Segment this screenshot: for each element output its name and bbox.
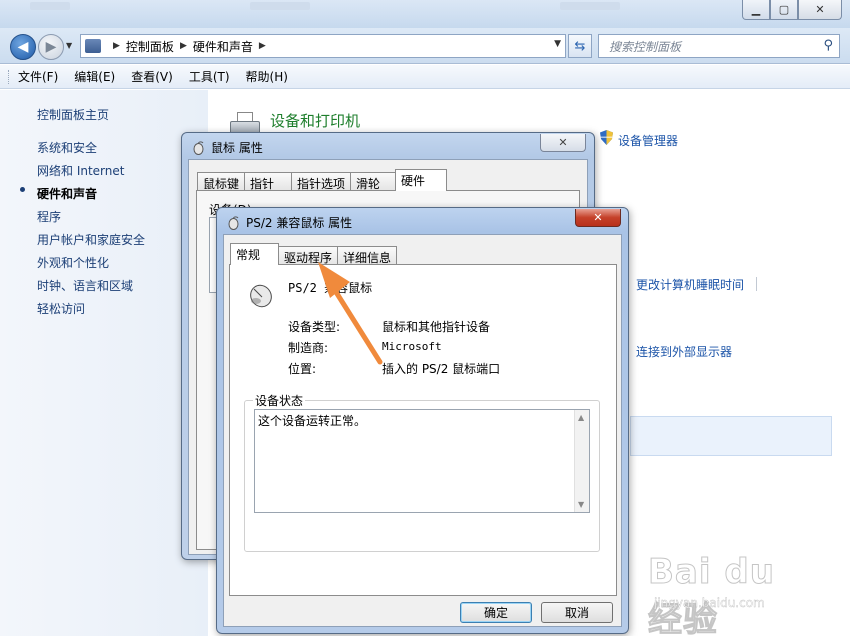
sidebar-item-network[interactable]: 网络和 Internet xyxy=(37,162,124,179)
history-dropdown-icon[interactable]: ▼ xyxy=(66,41,72,50)
search-input[interactable]: 搜索控制面板 ⚲ xyxy=(598,34,840,58)
close-button[interactable]: ✕ xyxy=(798,0,842,20)
scroll-down-icon[interactable]: ▼ xyxy=(578,500,584,509)
ok-button[interactable]: 确定 xyxy=(460,602,532,623)
sleep-time-link[interactable]: 更改计算机睡眠时间 xyxy=(636,276,744,293)
titlebar-ghost xyxy=(560,2,620,10)
sidebar-item-appearance[interactable]: 外观和个性化 xyxy=(37,254,109,271)
address-dropdown-icon[interactable]: ▼ xyxy=(554,39,561,49)
back-button[interactable]: ◀ xyxy=(10,34,36,60)
external-display-link[interactable]: 连接到外部显示器 xyxy=(636,343,732,360)
menu-tools[interactable]: 工具(T) xyxy=(189,68,230,85)
menu-grip xyxy=(8,69,10,84)
close-icon: ✕ xyxy=(558,136,568,149)
window-controls: ▁ ▢ ✕ xyxy=(742,0,842,20)
breadcrumb-control-panel[interactable]: 控制面板 xyxy=(126,38,174,55)
device-type-value: 鼠标和其他指针设备 xyxy=(382,320,491,334)
search-icon[interactable]: ⚲ xyxy=(823,38,833,53)
tab-pointers[interactable]: 指针 xyxy=(244,172,293,191)
sidebar-item-system-security[interactable]: 系统和安全 xyxy=(37,139,97,156)
active-bullet-icon xyxy=(20,187,25,192)
watermark-url: jingyan.baidu.com xyxy=(654,596,765,610)
window-titlebar: ▁ ▢ ✕ xyxy=(0,0,850,28)
search-placeholder: 搜索控制面板 xyxy=(609,39,682,54)
close-icon: ✕ xyxy=(815,3,825,16)
devices-printers-title[interactable]: 设备和打印机 xyxy=(270,110,360,131)
menu-edit[interactable]: 编辑(E) xyxy=(74,68,115,85)
ps2-dialog-title-text: PS/2 兼容鼠标 属性 xyxy=(246,216,353,230)
watermark-logo: Bai du 经验 xyxy=(648,552,775,636)
baidu-watermark: Bai du 经验 jingyan.baidu.com xyxy=(648,552,818,636)
titlebar-ghost xyxy=(30,2,70,10)
menu-file[interactable]: 文件(F) xyxy=(18,68,58,85)
mouse-dialog-title-text: 鼠标 属性 xyxy=(211,141,263,155)
minimize-icon: ▁ xyxy=(751,3,761,16)
back-arrow-icon: ◀ xyxy=(17,39,29,55)
tab-details[interactable]: 详细信息 xyxy=(337,246,398,265)
tab-hardware[interactable]: 硬件 xyxy=(395,169,448,191)
device-name: PS/2 兼容鼠标 xyxy=(288,281,373,295)
location-value: 插入的 PS/2 鼠标端口 xyxy=(382,362,501,376)
address-bar[interactable]: ▶ 控制面板 ▶ 硬件和声音 ▶ ▼ xyxy=(80,34,566,58)
device-status-label: 设备状态 xyxy=(253,392,306,409)
close-icon: ✕ xyxy=(593,211,603,224)
refresh-icon: ⇆ xyxy=(574,38,586,54)
sidebar-item-hardware-sound[interactable]: 硬件和声音 xyxy=(37,185,97,202)
refresh-button[interactable]: ⇆ xyxy=(568,34,592,58)
maximize-icon: ▢ xyxy=(778,3,790,16)
mouse-dialog-title: 鼠标 属性 xyxy=(192,139,263,156)
device-manager-link[interactable]: 设备管理器 xyxy=(618,132,678,149)
control-panel-icon xyxy=(85,39,101,53)
tab-buttons[interactable]: 鼠标键 xyxy=(197,172,246,191)
navigation-bar: ◀ ▶ ▼ ▶ 控制面板 ▶ 硬件和声音 ▶ ▼ ⇆ 搜索控制面板 ⚲ xyxy=(0,28,850,64)
mouse-dialog-tabs: 鼠标键 指针 指针选项 滑轮 硬件 xyxy=(197,169,448,191)
forward-arrow-icon: ▶ xyxy=(45,39,57,55)
mouse-icon xyxy=(193,140,204,155)
status-scrollbar[interactable]: ▲ ▼ xyxy=(574,410,589,512)
sidebar: 控制面板主页 系统和安全 网络和 Internet 硬件和声音 程序 用户帐户和… xyxy=(0,90,208,636)
breadcrumb-hardware-sound[interactable]: 硬件和声音 xyxy=(193,38,253,55)
scroll-up-icon[interactable]: ▲ xyxy=(578,413,584,422)
location-label: 位置: xyxy=(288,362,317,376)
sidebar-item-programs[interactable]: 程序 xyxy=(37,208,61,225)
tab-general[interactable]: 常规 xyxy=(230,243,279,265)
menu-bar: 文件(F) 编辑(E) 查看(V) 工具(T) 帮助(H) xyxy=(0,65,850,89)
device-status-text: 这个设备运转正常。 xyxy=(258,414,367,428)
tab-driver[interactable]: 驱动程序 xyxy=(278,246,339,265)
mouse-dialog-close-button[interactable]: ✕ xyxy=(540,134,586,152)
titlebar-ghost xyxy=(250,2,310,10)
manufacturer-value: Microsoft xyxy=(382,340,442,353)
device-mouse-icon xyxy=(250,284,272,308)
forward-button[interactable]: ▶ xyxy=(38,34,64,60)
minimize-button[interactable]: ▁ xyxy=(742,0,770,20)
cancel-button[interactable]: 取消 xyxy=(541,602,613,623)
ps2-dialog-tabs: 常规 驱动程序 详细信息 xyxy=(230,243,398,265)
breadcrumb-chevron-icon[interactable]: ▶ xyxy=(180,41,187,51)
tab-wheel[interactable]: 滑轮 xyxy=(350,172,397,191)
sidebar-item-user-accounts[interactable]: 用户帐户和家庭安全 xyxy=(37,231,145,248)
device-status-textbox[interactable]: 这个设备运转正常。 ▲ ▼ xyxy=(254,409,590,513)
sidebar-item-home[interactable]: 控制面板主页 xyxy=(37,106,109,123)
device-type-label: 设备类型: xyxy=(288,320,341,334)
tab-pointer-options[interactable]: 指针选项 xyxy=(291,172,352,191)
sidebar-item-clock-region[interactable]: 时钟、语言和区域 xyxy=(37,277,133,294)
ps2-dialog-close-button[interactable]: ✕ xyxy=(575,209,621,227)
mouse-icon xyxy=(228,215,239,230)
menu-help[interactable]: 帮助(H) xyxy=(246,68,288,85)
highlight-panel xyxy=(630,416,832,456)
sidebar-item-ease-of-access[interactable]: 轻松访问 xyxy=(37,300,85,317)
manufacturer-label: 制造商: xyxy=(288,341,329,355)
maximize-button[interactable]: ▢ xyxy=(770,0,798,20)
shield-icon xyxy=(600,130,613,145)
breadcrumb-chevron-icon[interactable]: ▶ xyxy=(259,41,266,51)
ps2-dialog-title: PS/2 兼容鼠标 属性 xyxy=(227,214,352,231)
menu-view[interactable]: 查看(V) xyxy=(131,68,173,85)
link-separator xyxy=(756,277,757,291)
breadcrumb-chevron-icon[interactable]: ▶ xyxy=(113,41,120,51)
